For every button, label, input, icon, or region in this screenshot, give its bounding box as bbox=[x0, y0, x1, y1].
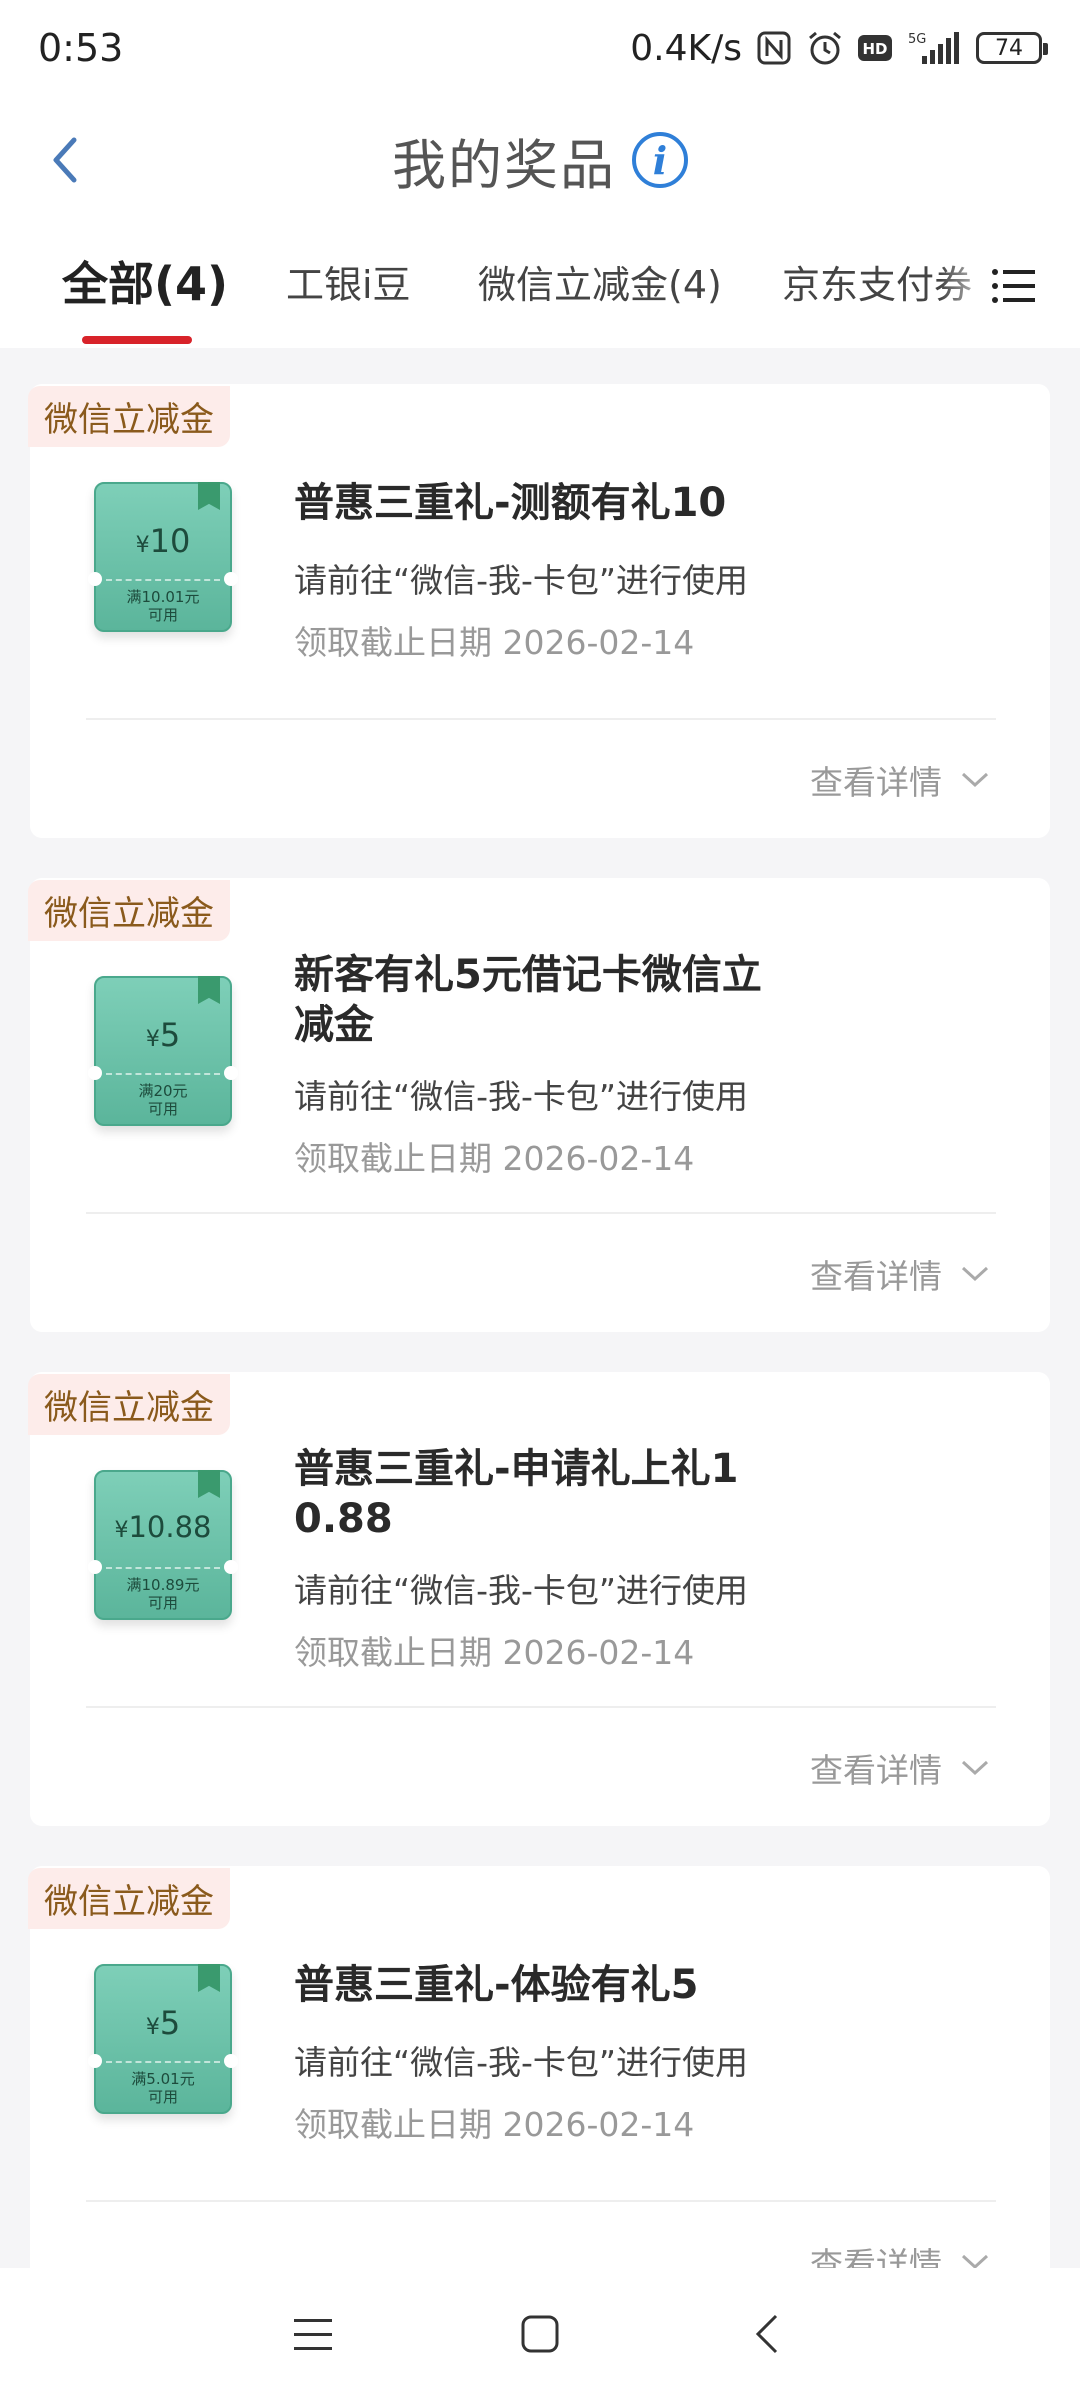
chevron-down-icon bbox=[961, 772, 989, 788]
coupon-icon: ¥5 满5.01元 可用 bbox=[88, 1964, 238, 2114]
card-tag: 微信立减金 bbox=[28, 1374, 230, 1435]
view-details-button[interactable]: 查看详情 bbox=[810, 1250, 990, 1298]
ribbon-icon bbox=[198, 1964, 220, 1992]
chevron-down-icon bbox=[961, 1760, 989, 1776]
battery-level: 74 bbox=[995, 35, 1023, 61]
card-description: 请前往“微信-我-卡包”进行使用 bbox=[294, 561, 749, 600]
tab-bar: 全部(4) 工银i豆 微信立减金(4) 京东支付券 bbox=[0, 224, 1080, 348]
tab-active-indicator bbox=[82, 336, 192, 344]
view-details-label: 查看详情 bbox=[810, 763, 942, 802]
coupon-divider bbox=[106, 2061, 220, 2063]
tab-all[interactable]: 全部(4) bbox=[62, 248, 228, 314]
chevron-down-icon bbox=[961, 1266, 989, 1282]
card-title: 新客有礼5元借记卡微信立减金 bbox=[294, 952, 762, 1048]
tab-icbc-beans[interactable]: 工银i豆 bbox=[286, 254, 411, 309]
page-header: 我的奖品 i bbox=[0, 96, 1080, 224]
chevron-left-icon bbox=[53, 137, 77, 183]
coupon-condition: 满5.01元 可用 bbox=[131, 2070, 195, 2106]
coupon-divider bbox=[106, 1073, 220, 1075]
prize-card[interactable]: 微信立减金 ¥5 满20元 可用 新客有礼5元借记卡微信立减金 请前往“微信-我-… bbox=[28, 878, 1050, 1332]
tab-wechat-discount[interactable]: 微信立减金(4) bbox=[478, 254, 722, 309]
card-description: 请前往“微信-我-卡包”进行使用 bbox=[294, 1571, 749, 1610]
prize-card[interactable]: 微信立减金 ¥10 满10.01元 可用 普惠三重礼-测额有礼10 请前往“微信-… bbox=[28, 384, 1050, 838]
card-deadline: 领取截止日期 2026-02-14 bbox=[294, 2105, 695, 2144]
coupon-divider bbox=[106, 1567, 220, 1569]
nfc-icon bbox=[756, 30, 792, 66]
home-square-icon bbox=[521, 2315, 559, 2353]
card-deadline: 领取截止日期 2026-02-14 bbox=[294, 1139, 695, 1178]
coupon-amount: ¥10.88 bbox=[114, 1510, 212, 1544]
menu-icon bbox=[294, 2319, 333, 2350]
card-tag: 微信立减金 bbox=[28, 1868, 230, 1929]
card-title: 普惠三重礼-申请礼上礼10.88 bbox=[294, 1446, 739, 1542]
card-divider bbox=[86, 2200, 996, 2202]
5g-signal-icon: 5G bbox=[906, 30, 962, 66]
ribbon-icon bbox=[198, 976, 220, 1004]
card-description: 请前往“微信-我-卡包”进行使用 bbox=[294, 2043, 749, 2082]
status-icons: 0.4K/s HD 5G 74 bbox=[630, 27, 1048, 69]
ribbon-icon bbox=[198, 1470, 220, 1498]
prize-card[interactable]: 微信立减金 ¥5 满5.01元 可用 普惠三重礼-体验有礼5 请前往“微信-我-卡… bbox=[28, 1866, 1050, 2320]
menu-button[interactable] bbox=[283, 2304, 343, 2364]
back-button[interactable] bbox=[36, 130, 96, 190]
view-details-button[interactable]: 查看详情 bbox=[810, 756, 990, 804]
card-description: 请前往“微信-我-卡包”进行使用 bbox=[294, 1077, 749, 1116]
status-time: 0:53 bbox=[38, 26, 124, 70]
svg-text:5G: 5G bbox=[908, 32, 926, 47]
card-title: 普惠三重礼-测额有礼10 bbox=[294, 480, 727, 526]
coupon-amount: ¥5 bbox=[145, 2004, 181, 2042]
hd-icon: HD bbox=[858, 35, 892, 61]
card-divider bbox=[86, 718, 996, 720]
view-details-button[interactable]: 查看详情 bbox=[810, 1744, 990, 1792]
coupon-amount: ¥10 bbox=[135, 522, 191, 560]
coupon-amount: ¥5 bbox=[145, 1016, 181, 1054]
coupon-icon: ¥10.88 满10.89元 可用 bbox=[88, 1470, 238, 1620]
coupon-icon: ¥10 满10.01元 可用 bbox=[88, 482, 238, 632]
info-icon[interactable]: i bbox=[632, 132, 688, 188]
alarm-icon bbox=[806, 29, 844, 67]
prize-card[interactable]: 微信立减金 ¥10.88 满10.89元 可用 普惠三重礼-申请礼上礼10.88 … bbox=[28, 1372, 1050, 1826]
battery-icon: 74 bbox=[976, 32, 1048, 64]
card-tag: 微信立减金 bbox=[28, 880, 230, 941]
coupon-condition: 满20元 可用 bbox=[138, 1082, 188, 1118]
view-details-label: 查看详情 bbox=[810, 1751, 942, 1790]
card-divider bbox=[86, 1212, 996, 1214]
coupon-divider bbox=[106, 579, 220, 581]
list-menu-icon[interactable] bbox=[990, 264, 1038, 308]
card-tag: 微信立减金 bbox=[28, 386, 230, 447]
card-divider bbox=[86, 1706, 996, 1708]
network-speed: 0.4K/s bbox=[630, 27, 742, 69]
card-deadline: 领取截止日期 2026-02-14 bbox=[294, 623, 695, 662]
system-nav-bar bbox=[0, 2268, 1080, 2400]
status-bar: 0:53 0.4K/s HD 5G 74 bbox=[0, 0, 1080, 96]
card-title: 普惠三重礼-体验有礼5 bbox=[294, 1962, 699, 2008]
svg-text:HD: HD bbox=[862, 40, 887, 58]
coupon-condition: 满10.89元 可用 bbox=[126, 1576, 200, 1612]
view-details-label: 查看详情 bbox=[810, 1257, 942, 1296]
card-deadline: 领取截止日期 2026-02-14 bbox=[294, 1633, 695, 1672]
coupon-icon: ¥5 满20元 可用 bbox=[88, 976, 238, 1126]
home-button[interactable] bbox=[510, 2304, 570, 2364]
back-icon bbox=[755, 2314, 777, 2354]
page-title: 我的奖品 bbox=[392, 133, 616, 197]
coupon-condition: 满10.01元 可用 bbox=[126, 588, 200, 624]
ribbon-icon bbox=[198, 482, 220, 510]
title-wrap: 我的奖品 i bbox=[392, 121, 688, 200]
system-back-button[interactable] bbox=[737, 2304, 797, 2364]
